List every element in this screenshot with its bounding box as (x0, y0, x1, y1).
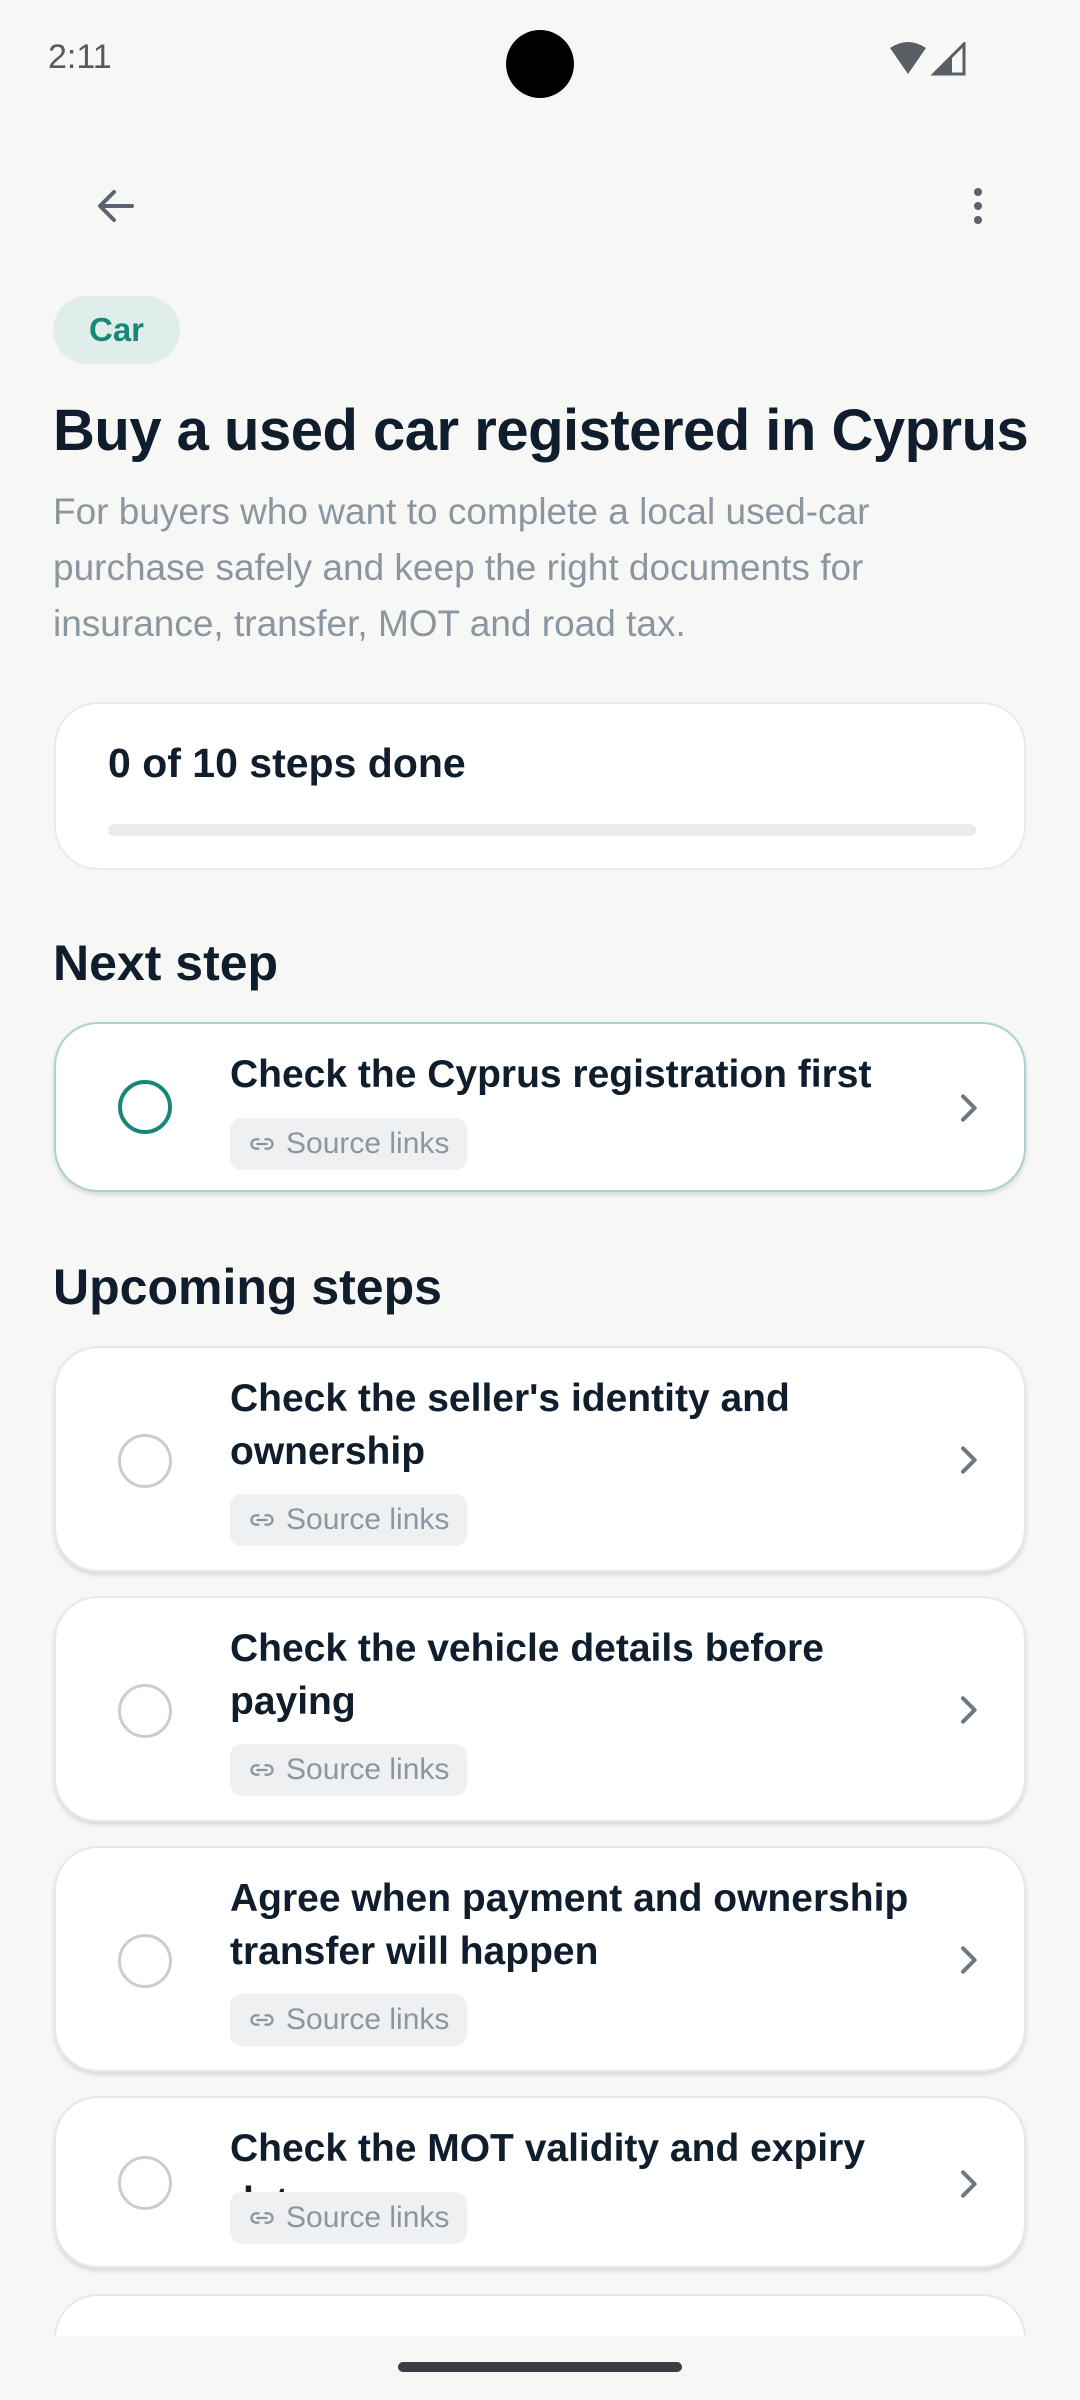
status-bar: 2:11 (0, 0, 1080, 120)
upcoming-step-card[interactable]: Check the seller's identity and ownershi… (54, 1346, 1026, 1572)
source-links-chip[interactable]: Source links (230, 1494, 468, 1546)
link-icon (250, 2014, 274, 2026)
step-title: Agree when payment and ownership transfe… (230, 1877, 909, 1973)
link-icon (250, 2212, 274, 2224)
source-links-label: Source links (286, 1753, 450, 1786)
step-checkbox[interactable] (118, 1080, 172, 1134)
arrow-back-icon (98, 190, 134, 222)
chevron-right-icon (961, 1696, 977, 1724)
wifi-icon (890, 42, 926, 74)
source-links-label: Source links (286, 2201, 450, 2234)
top-app-bar (0, 150, 1080, 262)
chevron-right-icon (961, 1094, 977, 1122)
screen: 2:11 Car Buy a used car registered in Cy… (0, 0, 1080, 2400)
upcoming-step-card[interactable]: Check the vehicle details before paying … (54, 1596, 1026, 1822)
back-button[interactable] (68, 164, 164, 248)
source-links-label: Source links (286, 1127, 450, 1160)
chevron-right-icon (961, 1446, 977, 1474)
source-links-chip[interactable]: Source links (230, 1744, 468, 1796)
step-title: Check the vehicle details before paying (230, 1627, 824, 1723)
upcoming-step-card[interactable]: Check the MOT validity and expiry date S… (54, 2096, 1026, 2268)
source-links-chip[interactable]: Source links (230, 2192, 468, 2244)
chevron-right-icon (961, 1946, 977, 1974)
source-links-chip[interactable]: Source links (230, 1994, 468, 2046)
step-checkbox[interactable] (118, 1434, 172, 1488)
page-description: For buyers who want to complete a local … (53, 491, 870, 644)
source-links-label: Source links (286, 2003, 450, 2036)
step-title: Check the seller's identity and ownershi… (230, 1377, 790, 1473)
upcoming-steps-heading: Upcoming steps (53, 1259, 442, 1315)
chevron-right-icon (961, 2170, 977, 2198)
step-checkbox[interactable] (118, 2156, 172, 2210)
home-indicator[interactable] (398, 2362, 682, 2372)
progress-bar (108, 824, 976, 836)
link-icon (250, 1138, 274, 1150)
link-icon (250, 1764, 274, 1776)
upcoming-step-card[interactable]: Agree when payment and ownership transfe… (54, 1846, 1026, 2072)
next-step-heading: Next step (53, 935, 279, 991)
more-vert-icon (974, 188, 982, 224)
link-icon (250, 1514, 274, 1526)
step-checkbox[interactable] (118, 1684, 172, 1738)
source-links-label: Source links (286, 1503, 450, 1536)
next-step-card[interactable]: Check the Cyprus registration first Sour… (54, 1022, 1026, 1192)
category-chip: Car (53, 296, 181, 364)
page-title: Buy a used car registered in Cyprus (53, 398, 1029, 463)
more-options-button[interactable] (936, 164, 1020, 248)
status-time: 2:11 (48, 38, 112, 76)
source-links-chip[interactable]: Source links (230, 1118, 468, 1170)
signal-icons (890, 42, 966, 76)
step-checkbox[interactable] (118, 1934, 172, 1988)
camera-cutout (506, 30, 574, 98)
step-title: Check the Cyprus registration first (230, 1053, 872, 1096)
progress-card: 0 of 10 steps done (54, 702, 1026, 870)
progress-label: 0 of 10 steps done (108, 740, 466, 786)
